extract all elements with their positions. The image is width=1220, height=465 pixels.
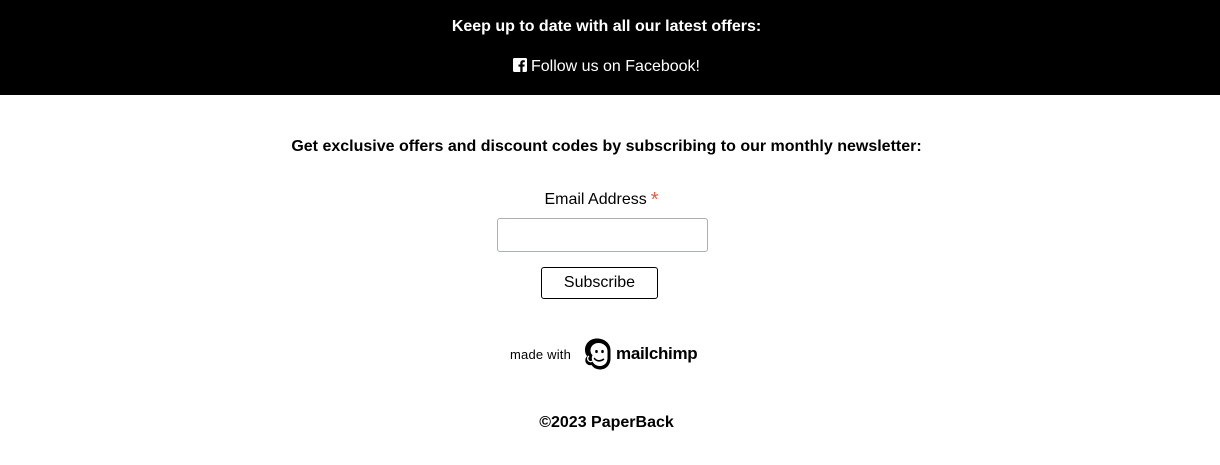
- email-address-label: Email Address *: [0, 190, 1203, 210]
- copyright-notice: ©2023 PaperBack: [539, 414, 674, 431]
- banner-heading: Keep up to date with all our latest offe…: [451, 18, 762, 35]
- subscribe-button[interactable]: Subscribe: [541, 267, 658, 299]
- mailchimp-wordmark: mailchimp: [616, 344, 698, 363]
- mailchimp-freddie-icon: [585, 338, 611, 370]
- newsletter-heading: Get exclusive offers and discount codes …: [291, 138, 922, 155]
- facebook-link[interactable]: Follow us on Facebook!: [0, 57, 1213, 77]
- email-label-text: Email Address: [544, 191, 647, 208]
- facebook-link-label: Follow us on Facebook!: [531, 58, 700, 75]
- facebook-icon: [513, 58, 527, 72]
- required-indicator: *: [650, 189, 659, 211]
- mailchimp-badge[interactable]: made with mailchimp: [510, 337, 705, 371]
- top-banner: Keep up to date with all our latest offe…: [0, 0, 1220, 95]
- made-with-text: made with: [510, 347, 572, 362]
- email-input[interactable]: [497, 218, 708, 252]
